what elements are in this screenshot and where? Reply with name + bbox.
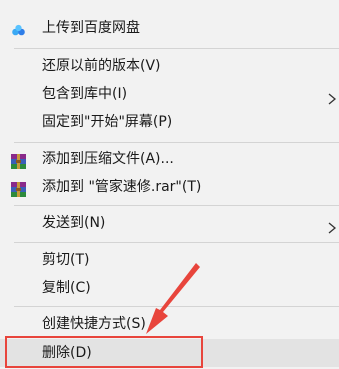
menu-item-cut[interactable]: 剪切(T) (0, 247, 339, 273)
menu-item-label: 添加到压缩文件(A)... (42, 151, 174, 167)
menu-separator (14, 142, 339, 143)
baidu-netdisk-icon (11, 21, 26, 36)
menu-item-create-shortcut[interactable]: 创建快捷方式(S) (0, 311, 339, 337)
menu-item-include-in-library[interactable]: 包含到库中(I) (0, 81, 339, 107)
menu-item-label: 上传到百度网盘 (42, 20, 140, 36)
menu-item-add-to-archive[interactable]: 添加到压缩文件(A)... (0, 146, 339, 172)
menu-item-pin-to-start[interactable]: 固定到"开始"屏幕(P) (0, 109, 339, 135)
menu-item-label: 还原以前的版本(V) (42, 58, 161, 74)
chevron-right-icon (327, 217, 337, 234)
menu-item-label: 复制(C) (42, 280, 91, 296)
menu-separator (14, 242, 339, 243)
menu-item-copy[interactable]: 复制(C) (0, 275, 339, 301)
menu-item-restore-previous-versions[interactable]: 还原以前的版本(V) (0, 53, 339, 79)
menu-item-label: 创建快捷方式(S) (42, 316, 146, 332)
context-menu: 上传到百度网盘 还原以前的版本(V) 包含到库中(I) 固定到"开始"屏幕(P) (0, 0, 339, 369)
menu-item-upload-baidu[interactable]: 上传到百度网盘 (0, 15, 339, 41)
menu-item-label: 发送到(N) (42, 215, 106, 231)
menu-item-add-to-named-rar[interactable]: 添加到 "管家速修.rar"(T) (0, 174, 339, 200)
winrar-icon (11, 152, 26, 169)
chevron-right-icon (327, 88, 337, 105)
menu-separator (14, 48, 339, 49)
menu-item-send-to[interactable]: 发送到(N) (0, 210, 339, 236)
menu-separator (14, 205, 339, 206)
menu-item-label: 添加到 "管家速修.rar"(T) (42, 179, 202, 195)
menu-item-label: 剪切(T) (42, 252, 90, 268)
winrar-icon (11, 180, 26, 197)
menu-item-label: 包含到库中(I) (42, 86, 128, 102)
annotation-highlight-box (5, 336, 203, 368)
menu-item-label: 固定到"开始"屏幕(P) (42, 114, 173, 130)
menu-separator (14, 306, 339, 307)
